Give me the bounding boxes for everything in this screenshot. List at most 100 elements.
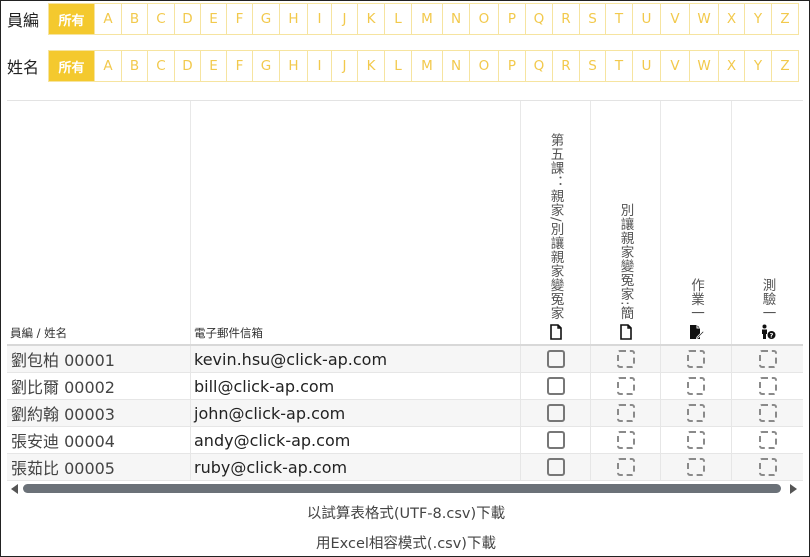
header-col-lesson5[interactable]: 第五課：親家/別讓親家變冤家 [521, 101, 591, 344]
name-filter-letter-m[interactable]: M [412, 51, 443, 81]
id-filter-letter-l[interactable]: L [385, 4, 412, 34]
completion-checkbox[interactable] [616, 431, 635, 449]
id-filter-letter-i[interactable]: I [308, 4, 332, 34]
id-filter-letter-q[interactable]: Q [526, 4, 553, 34]
download-excel-csv-link[interactable]: 用Excel相容模式(.csv)下載 [1, 532, 810, 553]
id-filter-letter-c[interactable]: C [148, 4, 175, 34]
name-filter-letter-x[interactable]: X [719, 51, 745, 81]
name-filter-letter-c[interactable]: C [148, 51, 175, 81]
name-filter-letter-p[interactable]: P [499, 51, 526, 81]
id-filter-letter-n[interactable]: N [443, 4, 470, 34]
name-filter-letter-y[interactable]: Y [745, 51, 772, 81]
homework-edit-icon [690, 325, 704, 340]
completion-cell [661, 346, 732, 372]
table-row: 張安迪 00004 andy@click-ap.com [7, 427, 803, 454]
name-filter-letter-i[interactable]: I [308, 51, 332, 81]
id-filter-letter-z[interactable]: Z [772, 4, 798, 34]
id-filter-all[interactable]: 所有 [49, 4, 95, 34]
name-filter-letter-o[interactable]: O [470, 51, 499, 81]
completion-checkbox[interactable] [687, 458, 705, 476]
id-filter-letter-r[interactable]: R [553, 4, 580, 34]
completion-checkbox[interactable] [758, 377, 777, 395]
header-email[interactable]: 電子郵件信箱 [191, 101, 521, 344]
id-filter-letter-d[interactable]: D [175, 4, 201, 34]
completion-checkbox[interactable] [758, 431, 777, 449]
id-filter-letter-u[interactable]: U [633, 4, 661, 34]
scroll-right-arrow-icon[interactable] [790, 484, 797, 494]
scroll-left-arrow-icon[interactable] [11, 484, 18, 494]
header-id-name[interactable]: 員編 / 姓名 [7, 101, 191, 344]
completion-checkbox[interactable] [546, 404, 565, 422]
name-filter-letter-f[interactable]: F [227, 51, 253, 81]
table-row: 劉包柏 00001 kevin.hsu@click-ap.com [7, 346, 803, 373]
name-filter-letter-j[interactable]: J [332, 51, 358, 81]
name-filter-letter-z[interactable]: Z [772, 51, 798, 81]
completion-checkbox[interactable] [687, 350, 705, 368]
id-filter-letter-s[interactable]: S [580, 4, 606, 34]
completion-checkbox[interactable] [616, 404, 635, 422]
name-filter-letter-b[interactable]: B [122, 51, 148, 81]
completion-cell [521, 454, 591, 480]
header-col-summary[interactable]: 別讓親家變冤家:簡 [591, 101, 661, 344]
name-filter-letter-w[interactable]: W [690, 51, 719, 81]
id-filter-letter-w[interactable]: W [690, 4, 719, 34]
id-filter-letter-e[interactable]: E [201, 4, 227, 34]
name-filter-letter-k[interactable]: K [358, 51, 385, 81]
completion-checkbox[interactable] [616, 458, 635, 476]
completion-checkbox[interactable] [546, 350, 565, 368]
id-filter-letter-k[interactable]: K [358, 4, 385, 34]
id-filter-letter-m[interactable]: M [412, 4, 443, 34]
id-filter-letter-b[interactable]: B [122, 4, 148, 34]
name-filter-letter-d[interactable]: D [175, 51, 201, 81]
completion-checkbox[interactable] [758, 458, 777, 476]
completion-checkbox[interactable] [687, 377, 705, 395]
completion-checkbox[interactable] [546, 377, 565, 395]
download-utf8-csv-link[interactable]: 以試算表格式(UTF-8.csv)下載 [1, 502, 810, 523]
completion-checkbox[interactable] [616, 377, 635, 395]
name-filter-letter-r[interactable]: R [553, 51, 580, 81]
header-col-quiz1-label: 測驗一 [759, 278, 776, 320]
name-filter-letter-g[interactable]: G [253, 51, 280, 81]
id-filter-letter-y[interactable]: Y [745, 4, 772, 34]
completion-cell [661, 427, 732, 453]
header-col-quiz1[interactable]: 測驗一 ? [732, 101, 803, 344]
id-filter-letter-x[interactable]: X [719, 4, 745, 34]
name-filter-letter-n[interactable]: N [443, 51, 470, 81]
id-filter-letter-g[interactable]: G [253, 4, 280, 34]
id-filter-letter-h[interactable]: H [280, 4, 308, 34]
name-filter-letter-e[interactable]: E [201, 51, 227, 81]
id-filter-letter-t[interactable]: T [606, 4, 633, 34]
name-filter-all[interactable]: 所有 [49, 51, 95, 81]
student-name-id: 劉包柏 00001 [7, 346, 191, 372]
completion-cell [732, 454, 803, 480]
name-filter-letter-a[interactable]: A [95, 51, 122, 81]
header-id-name-label: 員編 / 姓名 [10, 326, 68, 340]
name-filter-letter-u[interactable]: U [633, 51, 661, 81]
name-filter-letter-l[interactable]: L [385, 51, 412, 81]
id-filter-letter-j[interactable]: J [332, 4, 358, 34]
id-filter-letter-p[interactable]: P [499, 4, 526, 34]
name-filter-letter-s[interactable]: S [580, 51, 606, 81]
name-filter-letter-q[interactable]: Q [526, 51, 553, 81]
completion-checkbox[interactable] [687, 431, 705, 449]
id-filter-letter-v[interactable]: V [661, 4, 690, 34]
horizontal-scrollbar[interactable] [7, 482, 803, 496]
name-filter-letter-h[interactable]: H [280, 51, 308, 81]
id-filter-letter-a[interactable]: A [95, 4, 122, 34]
completion-checkbox[interactable] [546, 431, 565, 449]
table-row: 劉比爾 00002 bill@click-ap.com [7, 373, 803, 400]
id-filter-letter-o[interactable]: O [470, 4, 499, 34]
name-filter-letter-t[interactable]: T [606, 51, 633, 81]
name-filter-letter-v[interactable]: V [661, 51, 690, 81]
completion-checkbox[interactable] [758, 404, 777, 422]
completion-cell [732, 373, 803, 399]
completion-checkbox[interactable] [758, 350, 777, 368]
id-filter-letter-f[interactable]: F [227, 4, 253, 34]
completion-checkbox[interactable] [616, 350, 635, 368]
header-col-homework1-label: 作業一 [688, 278, 704, 320]
id-filter-label: 員編 [7, 11, 40, 30]
header-col-homework1[interactable]: 作業一 [661, 101, 732, 344]
completion-checkbox[interactable] [546, 458, 565, 476]
scrollbar-thumb[interactable] [23, 484, 781, 493]
completion-checkbox[interactable] [687, 404, 705, 422]
